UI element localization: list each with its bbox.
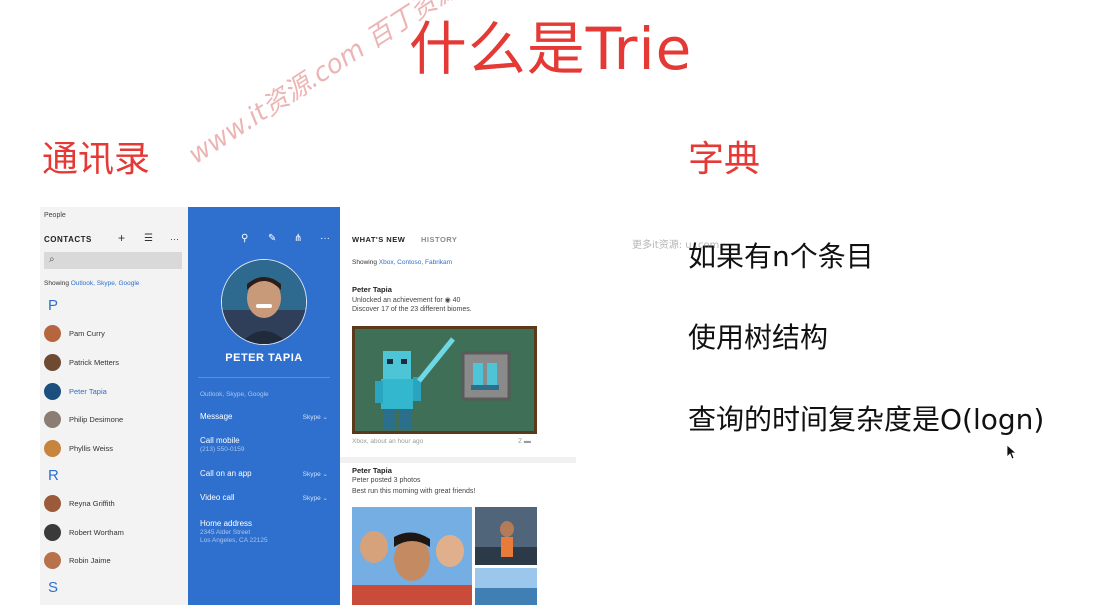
bullet-3: 查询的时间复杂度是O(logn) xyxy=(688,403,1045,436)
feed-showing-sources: Showing Xbox, Contoso, Fabrikam xyxy=(352,259,452,266)
post-meta: Xbox, about an hour ago xyxy=(352,438,424,445)
avatar xyxy=(44,383,61,400)
photo-running[interactable] xyxy=(475,507,537,565)
contact-name: Peter Tapia xyxy=(69,387,107,396)
comment-count: 2 xyxy=(518,438,522,445)
contact-name: Philip Desimone xyxy=(69,415,124,424)
avatar xyxy=(44,325,61,342)
contact-name: Patrick Metters xyxy=(69,358,120,367)
feed-pane: WHAT'S NEW HISTORY Showing Xbox, Contoso… xyxy=(340,207,576,605)
tab-history[interactable]: HISTORY xyxy=(421,235,457,244)
contact-name: Pam Curry xyxy=(69,329,105,338)
address-line-2: Los Angeles, CA 22125 xyxy=(200,537,268,544)
contact-name: Reyna Griffith xyxy=(69,499,115,508)
more-icon[interactable]: ··· xyxy=(170,234,179,244)
showing-sources: Showing Outlook, Skype, Google xyxy=(44,280,139,287)
group-letter[interactable]: R xyxy=(48,467,59,484)
home-address-action[interactable]: Home address xyxy=(200,519,252,528)
contact-item[interactable]: Phyllis Weiss xyxy=(44,440,184,460)
call-service-dropdown[interactable]: Skype ⌄ xyxy=(303,470,328,478)
profile-name: PETER TAPIA xyxy=(225,352,303,364)
share-icon[interactable]: ⋔ xyxy=(294,233,302,244)
slide-title: 什么是Trie xyxy=(408,15,693,83)
showing-prefix: Showing xyxy=(44,280,69,287)
contact-item[interactable]: Philip Desimone xyxy=(44,411,184,431)
avatar xyxy=(44,552,61,569)
group-letter[interactable]: S xyxy=(48,579,58,596)
avatar xyxy=(44,354,61,371)
search-input[interactable]: ⌕ xyxy=(44,252,182,269)
contact-item-selected[interactable]: Peter Tapia xyxy=(44,383,184,403)
message-service-dropdown[interactable]: Skype ⌄ xyxy=(303,413,328,421)
app-name: People xyxy=(44,212,66,219)
contact-name: Robin Jaime xyxy=(69,556,111,565)
contact-item[interactable]: Patrick Metters xyxy=(44,354,184,374)
right-heading: 字典 xyxy=(688,139,761,180)
comment-icon[interactable]: 2 ▬ xyxy=(518,438,531,445)
contacts-pane: People CONTACTS + ☰ ··· ⌕ Showing Outloo… xyxy=(40,207,188,605)
post-headline: Unlocked an achievement for ◉ 40 xyxy=(352,297,461,304)
contact-name: Robert Wortham xyxy=(69,528,124,537)
showing-accounts[interactable]: Outlook, Skype, Google xyxy=(71,280,140,287)
achievement-image[interactable] xyxy=(352,326,537,434)
address-line-1: 2345 Alder Street xyxy=(200,529,251,536)
post-body: Discover 17 of the 23 different biomes. xyxy=(352,306,472,313)
people-app-screenshot: People CONTACTS + ☰ ··· ⌕ Showing Outloo… xyxy=(40,207,576,605)
avatar xyxy=(44,411,61,428)
avatar xyxy=(44,495,61,512)
list-icon[interactable]: ☰ xyxy=(144,233,153,244)
contact-item[interactable]: Robert Wortham xyxy=(44,524,184,544)
profile-pane: ⚲ ✎ ⋔ ··· PETER TAPIA Outlook, Skype, Go… xyxy=(188,207,340,605)
contacts-header: CONTACTS xyxy=(44,235,92,244)
contact-item[interactable]: Pam Curry xyxy=(44,325,184,345)
avatar xyxy=(44,440,61,457)
edit-icon[interactable]: ✎ xyxy=(268,233,276,244)
photo-sea[interactable] xyxy=(475,568,537,605)
watermark-small: 更多it资源: u .com xyxy=(632,240,720,251)
call-on-app-action[interactable]: Call on an app xyxy=(200,469,252,478)
mobile-number: (213) 550-0159 xyxy=(200,446,245,453)
post-body: Best run this morning with great friends… xyxy=(352,488,476,495)
pin-icon[interactable]: ⚲ xyxy=(241,233,248,244)
more-icon[interactable]: ··· xyxy=(320,233,330,244)
tab-whats-new[interactable]: WHAT'S NEW xyxy=(352,235,405,244)
contact-name: Phyllis Weiss xyxy=(69,444,114,453)
add-icon[interactable]: + xyxy=(118,231,125,245)
post-divider xyxy=(340,457,576,463)
contact-item[interactable]: Reyna Griffith xyxy=(44,495,184,515)
search-icon: ⌕ xyxy=(49,254,55,265)
post-author[interactable]: Peter Tapia xyxy=(352,466,392,475)
video-call-action[interactable]: Video call xyxy=(200,493,235,502)
bullet-2: 使用树结构 xyxy=(688,321,829,354)
mouse-cursor-icon xyxy=(1006,444,1018,460)
post-headline: Peter posted 3 photos xyxy=(352,477,421,484)
message-action[interactable]: Message xyxy=(200,412,232,421)
call-mobile-action[interactable]: Call mobile xyxy=(200,436,240,445)
profile-sources: Outlook, Skype, Google xyxy=(200,391,269,398)
post-author[interactable]: Peter Tapia xyxy=(352,285,392,294)
video-service-dropdown[interactable]: Skype ⌄ xyxy=(303,494,328,502)
divider xyxy=(198,377,330,378)
profile-photo xyxy=(221,259,307,345)
showing-prefix: Showing xyxy=(352,259,377,266)
avatar xyxy=(44,524,61,541)
photo-group-selfie[interactable] xyxy=(352,507,472,605)
contact-item[interactable]: Robin Jaime xyxy=(44,552,184,572)
group-letter[interactable]: P xyxy=(48,297,58,314)
showing-feeds[interactable]: Xbox, Contoso, Fabrikam xyxy=(379,259,452,266)
left-heading: 通讯录 xyxy=(42,139,151,180)
